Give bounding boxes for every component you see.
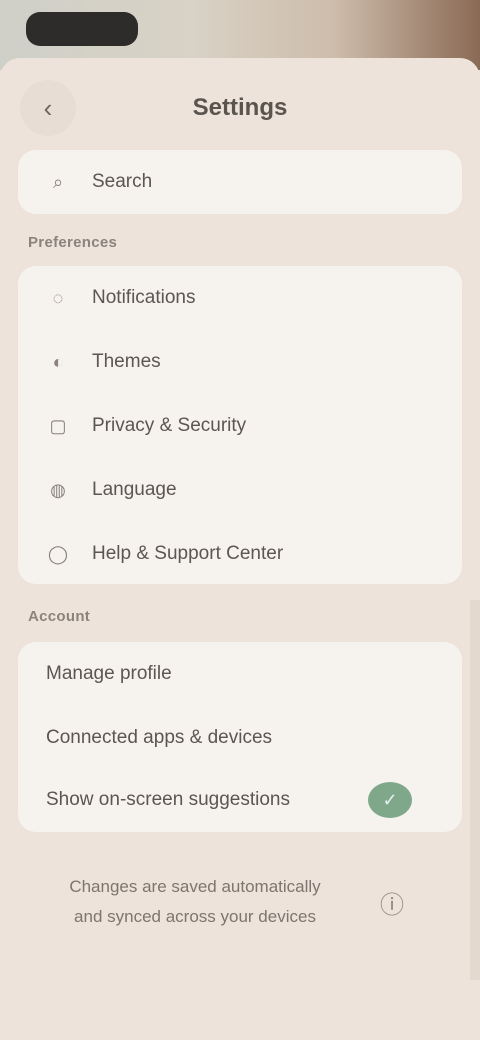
scrollbar-track[interactable] — [470, 600, 480, 980]
settings-item-help[interactable]: ◯ Help & Support Center — [18, 522, 462, 586]
section-label-preferences: Preferences — [28, 234, 118, 251]
globe-icon: ◍ — [50, 479, 66, 500]
settings-item-language[interactable]: ◍ Language — [18, 458, 462, 522]
search-row[interactable]: ⌕ Search — [18, 150, 462, 214]
settings-item-themes[interactable]: ◐ Themes — [18, 330, 462, 394]
back-button[interactable]: ‹ — [20, 80, 76, 136]
status-pill — [26, 12, 138, 46]
header: ‹ Settings — [0, 72, 480, 136]
lock-icon: ▢ — [49, 415, 67, 436]
footer-note: Changes are saved automatically and sync… — [69, 877, 321, 926]
page-title: Settings — [192, 94, 288, 121]
settings-item-connected-apps[interactable]: Connected apps & devices — [18, 706, 462, 770]
section-label-account: Account — [28, 608, 91, 625]
preferences-card: ◌ Notifications ◐ Themes ▢ Privacy & Sec… — [18, 266, 462, 584]
settings-item-label: Connected apps & devices — [46, 727, 273, 748]
settings-item-profile[interactable]: Manage profile — [18, 642, 462, 706]
search-icon: ⌕ — [52, 171, 64, 192]
settings-item-label: Show on-screen suggestions — [46, 789, 290, 810]
suggestions-toggle[interactable]: ✓ — [368, 782, 412, 818]
palette-icon: ◐ — [52, 351, 64, 372]
settings-item-suggestions[interactable]: Show on-screen suggestions ✓ — [18, 768, 462, 832]
settings-item-label: Manage profile — [46, 663, 172, 684]
check-icon: ✓ — [382, 789, 398, 810]
settings-item-label: Language — [92, 479, 177, 500]
settings-item-label: Privacy & Security — [92, 415, 247, 436]
search-card[interactable]: ⌕ Search — [18, 150, 462, 214]
help-icon: ◯ — [47, 543, 69, 564]
account-card: Manage profile Connected apps & devices … — [18, 642, 462, 832]
info-icon[interactable]: ⓘ — [372, 882, 412, 922]
bell-icon: ◌ — [52, 287, 64, 308]
settings-item-label: Help & Support Center — [92, 543, 284, 564]
chevron-left-icon: ‹ — [43, 92, 53, 123]
settings-item-label: Notifications — [92, 287, 196, 308]
settings-item-privacy[interactable]: ▢ Privacy & Security — [18, 394, 462, 458]
settings-item-notifications[interactable]: ◌ Notifications — [18, 266, 462, 330]
settings-item-label: Themes — [92, 351, 161, 372]
search-label: Search — [92, 171, 153, 192]
